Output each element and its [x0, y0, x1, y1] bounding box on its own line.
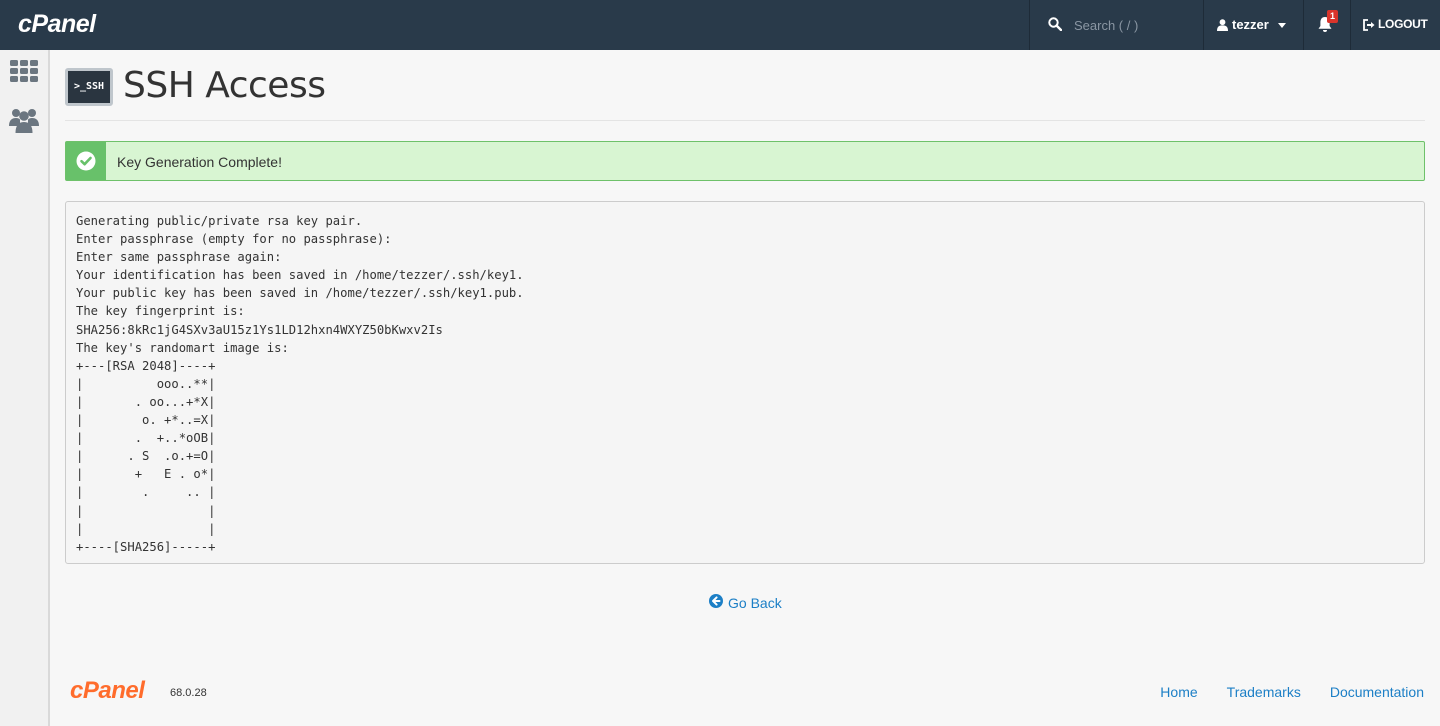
- page-title: SSH Access: [123, 65, 326, 106]
- user-icon: [1217, 18, 1228, 36]
- divider: [1203, 0, 1204, 50]
- search-input[interactable]: Search ( / ): [1074, 18, 1138, 33]
- users-icon: [9, 107, 39, 138]
- ssh-terminal-icon: >_SSH: [65, 68, 113, 106]
- username: tezzer: [1232, 17, 1269, 32]
- page-header: >_SSH SSH Access: [65, 65, 1425, 121]
- search-icon: [1048, 17, 1063, 36]
- footer-link-documentation[interactable]: Documentation: [1330, 684, 1424, 700]
- success-alert: Key Generation Complete!: [65, 141, 1425, 181]
- logout-icon: [1363, 18, 1376, 36]
- footer-link-trademarks[interactable]: Trademarks: [1227, 684, 1301, 700]
- footer-cpanel-logo: cPanel: [70, 677, 145, 704]
- version-number: 68.0.28: [170, 687, 207, 699]
- check-circle-icon: [66, 142, 106, 180]
- search-box[interactable]: Search ( / ): [1030, 0, 1204, 50]
- keygen-output-text: Generating public/private rsa key pair. …: [76, 214, 524, 554]
- top-navbar: cPanel Search ( / ) tezzer 1 LOGOUT: [0, 0, 1440, 50]
- logout-button[interactable]: LOGOUT: [1351, 0, 1440, 50]
- footer-links: Home Trademarks Documentation: [1160, 684, 1424, 700]
- footer-link-home[interactable]: Home: [1160, 684, 1197, 700]
- chevron-down-icon: [1278, 23, 1286, 28]
- sidebar-item-users[interactable]: [0, 102, 48, 142]
- go-back-link[interactable]: Go Back: [709, 594, 782, 611]
- arrow-circle-left-icon: [709, 594, 723, 611]
- grid-icon: [10, 59, 38, 87]
- notification-count-badge: 1: [1327, 10, 1339, 23]
- sidebar-item-tools[interactable]: [0, 53, 48, 93]
- user-menu[interactable]: tezzer: [1205, 0, 1303, 50]
- keygen-output: Generating public/private rsa key pair. …: [65, 201, 1425, 564]
- sidebar: [0, 50, 50, 726]
- notifications-button[interactable]: 1: [1304, 0, 1350, 50]
- logout-label: LOGOUT: [1378, 17, 1428, 31]
- alert-message: Key Generation Complete!: [117, 154, 282, 170]
- go-back-label: Go Back: [728, 594, 782, 611]
- cpanel-logo[interactable]: cPanel: [18, 10, 96, 39]
